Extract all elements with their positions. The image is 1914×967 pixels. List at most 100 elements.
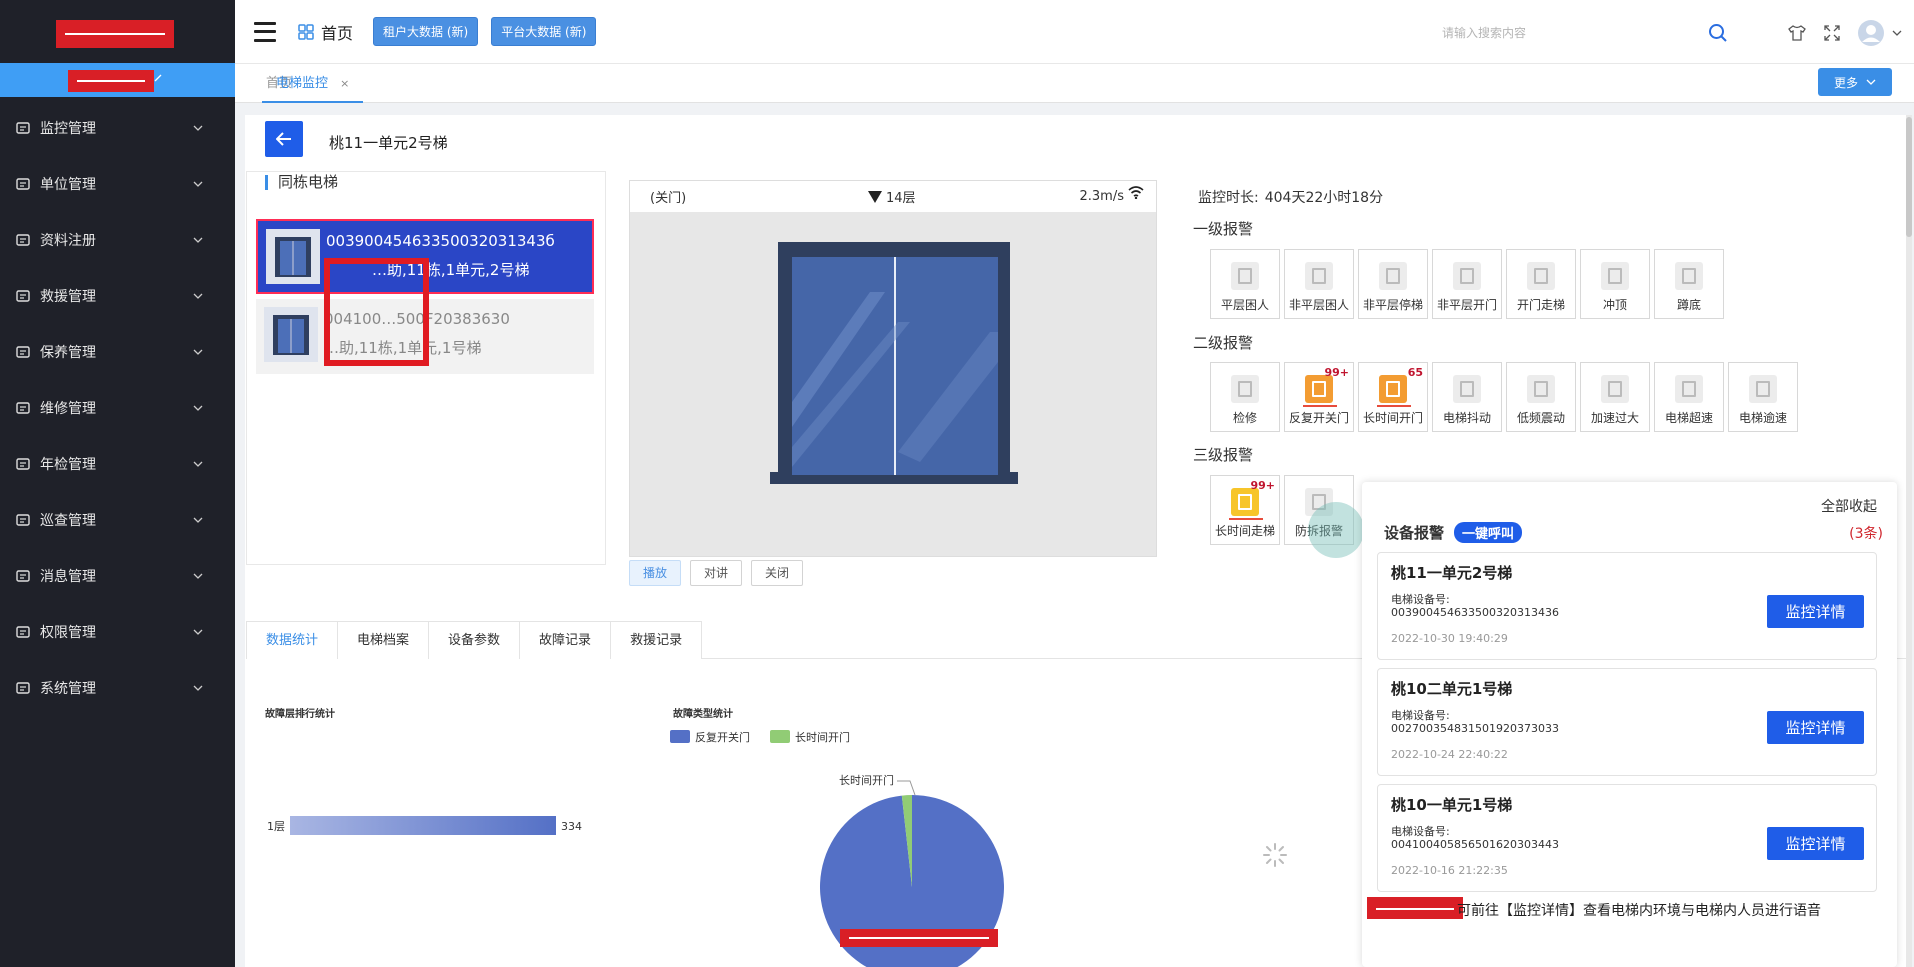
search-icon[interactable] xyxy=(1708,23,1728,43)
chevron-down-icon[interactable] xyxy=(1892,30,1902,36)
sidebar-item-monitor[interactable]: 监控管理 xyxy=(0,100,235,156)
alarm-tile[interactable]: 电梯抖动 xyxy=(1432,362,1502,432)
alarm-tile[interactable]: 非平层困人 xyxy=(1284,249,1354,319)
same-building-title: 同栋电梯 xyxy=(265,175,338,190)
sidebar-item-user[interactable]: 权限管理 xyxy=(0,604,235,660)
video-header: (关门) 14层 2.3m/s xyxy=(630,181,1156,212)
monitor-detail-button[interactable]: 监控详情 xyxy=(1767,711,1864,744)
alarm-tile[interactable]: 低频震动 xyxy=(1506,362,1576,432)
sidebar-item-building[interactable]: 单位管理 xyxy=(0,156,235,212)
alarm-tile[interactable]: 冲顶 xyxy=(1580,249,1650,319)
talk-button[interactable]: 对讲 xyxy=(690,560,743,586)
sidebar-item-repair[interactable]: 维修管理 xyxy=(0,380,235,436)
bottom-tab[interactable]: 数据统计 xyxy=(246,621,339,659)
alarm-label: 冲顶 xyxy=(1602,298,1627,312)
platform-bigdata-button[interactable]: 平台大数据 (新) xyxy=(491,17,597,46)
alarm-card-name: 桃11一单元2号梯 xyxy=(1391,564,1513,582)
monitor-duration-label: 监控时长: xyxy=(1198,190,1259,206)
sidebar-item-maintain[interactable]: 保养管理 xyxy=(0,324,235,380)
legend-swatch xyxy=(770,730,790,743)
user-bar[interactable] xyxy=(0,63,235,97)
one-click-call-button[interactable]: 一键呼叫 xyxy=(1454,522,1523,543)
page-scrollbar[interactable] xyxy=(1906,115,1912,967)
floor-indicator: 14层 xyxy=(868,187,916,206)
hamburger-menu-icon[interactable] xyxy=(254,21,276,42)
chevron-down-icon xyxy=(1866,79,1876,85)
alarm-tile[interactable]: 电梯超速 xyxy=(1654,362,1724,432)
tab-close-icon[interactable]: × xyxy=(340,77,349,90)
collapse-all-button[interactable]: 全部收起 xyxy=(1821,496,1877,516)
elevator-thumb-icon xyxy=(264,307,318,362)
sidebar-item-label: 单位管理 xyxy=(40,177,96,193)
more-tabs-label: 更多 xyxy=(1833,75,1858,90)
alarm-label: 加速过大 xyxy=(1590,411,1639,425)
bottom-tab[interactable]: 救援记录 xyxy=(610,621,703,659)
tenant-bigdata-button[interactable]: 租户大数据 (新) xyxy=(373,17,479,46)
monitor-duration-value: 404天22小时18分 xyxy=(1264,190,1384,206)
level3-title: 三级报警 xyxy=(1193,446,1254,464)
alarm-card-device-no: 003900454633500320313436 xyxy=(1391,606,1559,619)
video-controls: 播放 对讲 关闭 xyxy=(629,560,812,586)
alarm-tile[interactable]: 蹲底 xyxy=(1654,249,1724,319)
edit-pencil-icon[interactable] xyxy=(154,74,162,82)
alarm-tile[interactable]: 加速过大 xyxy=(1580,362,1650,432)
wifi-icon xyxy=(1128,185,1144,199)
more-tabs-button[interactable]: 更多 xyxy=(1818,68,1892,96)
chevron-down-icon xyxy=(193,629,203,635)
alarm-tile[interactable]: 非平层开门 xyxy=(1432,249,1502,319)
elevator-thumb-icon xyxy=(266,229,320,284)
monitor-detail-button[interactable]: 监控详情 xyxy=(1767,827,1864,860)
bottom-tab[interactable]: 故障记录 xyxy=(519,621,612,659)
alarm-card: 桃10一单元1号梯 电梯设备号: 004100405856501620303443 2… xyxy=(1377,784,1877,892)
tab-elevator-monitor[interactable]: 电梯监控 × xyxy=(262,64,364,103)
sidebar-item-label: 救援管理 xyxy=(40,289,96,305)
chevron-down-icon xyxy=(193,573,203,579)
bottom-tab[interactable]: 设备参数 xyxy=(428,621,521,659)
alarm-card-name: 桃10一单元1号梯 xyxy=(1391,796,1513,814)
close-video-button[interactable]: 关闭 xyxy=(751,560,804,586)
sidebar-item-rescue[interactable]: 救援管理 xyxy=(0,268,235,324)
alarm-tile[interactable]: 平层困人 xyxy=(1210,249,1280,319)
home-link[interactable]: 首页 xyxy=(298,20,353,44)
sidebar-item-label: 巡查管理 xyxy=(40,513,96,529)
alarm-underline xyxy=(1377,405,1411,407)
play-button[interactable]: 播放 xyxy=(629,560,682,586)
back-button[interactable] xyxy=(265,121,303,157)
inspect-icon xyxy=(14,455,32,473)
alarm-card-name: 桃10二单元1号梯 xyxy=(1391,680,1513,698)
fullscreen-icon[interactable] xyxy=(1824,25,1840,41)
sidebar-item-patrol[interactable]: 巡查管理 xyxy=(0,492,235,548)
shirt-theme-icon[interactable] xyxy=(1788,25,1806,41)
alarm-label: 电梯超速 xyxy=(1664,411,1713,425)
avatar[interactable] xyxy=(1858,20,1884,46)
alarm-badge: 99+ xyxy=(1324,366,1349,379)
alarm-label: 开门走梯 xyxy=(1516,298,1565,312)
bottom-tab[interactable]: 电梯档案 xyxy=(337,621,430,659)
search-input[interactable]: 请输入搜索内容 xyxy=(1442,24,1662,41)
pie-annotation-line xyxy=(897,780,916,796)
sidebar-item-label: 消息管理 xyxy=(40,569,96,585)
monitor-duration: 监控时长: 404天22小时18分 xyxy=(1198,187,1383,207)
alarm-tile[interactable]: 99+ 长时间走梯 xyxy=(1210,475,1280,545)
alarm-tile[interactable]: 65 长时间开门 xyxy=(1358,362,1428,432)
alarm-card-device-no: 002700354831501920373033 xyxy=(1391,722,1559,735)
sidebar-item-inspect[interactable]: 年检管理 xyxy=(0,436,235,492)
alarm-tile[interactable]: 电梯逾速 xyxy=(1728,362,1798,432)
alarm-icon xyxy=(1527,262,1555,290)
sidebar-item-system[interactable]: 系统管理 xyxy=(0,660,235,716)
search-placeholder: 请输入搜索内容 xyxy=(1442,26,1527,40)
sidebar-item-message[interactable]: 消息管理 xyxy=(0,548,235,604)
sidebar-menu: 监控管理单位管理资料注册救援管理保养管理 维修管理 年检管理巡查管理消息管理权限管理… xyxy=(0,100,235,716)
monitor-icon xyxy=(14,119,32,137)
monitor-detail-button[interactable]: 监控详情 xyxy=(1767,595,1864,628)
sidebar-item-edit[interactable]: 资料注册 xyxy=(0,212,235,268)
alarm-tile[interactable]: 99+ 反复开关门 xyxy=(1284,362,1354,432)
alarm-icon xyxy=(1675,262,1703,290)
floor-bar xyxy=(290,816,556,835)
down-arrow-icon xyxy=(868,190,882,203)
alarm-icon xyxy=(1675,375,1703,403)
device-alarm-popup: 全部收起 设备报警 一键呼叫 (3条) 桃11一单元2号梯 电梯设备号: 00390… xyxy=(1362,482,1897,967)
alarm-tile[interactable]: 检修 xyxy=(1210,362,1280,432)
alarm-tile[interactable]: 开门走梯 xyxy=(1506,249,1576,319)
alarm-tile[interactable]: 非平层停梯 xyxy=(1358,249,1428,319)
